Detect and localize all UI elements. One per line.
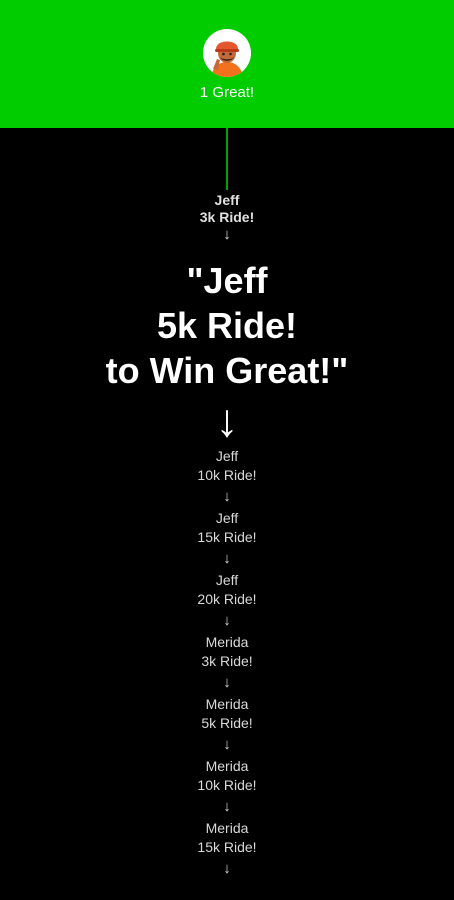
down-arrow-icon: ↓: [223, 736, 231, 753]
list-item: Jeff 20k Ride! ↓: [0, 571, 454, 633]
list-item: Merida 10k Ride! ↓: [0, 757, 454, 819]
progress-connector-line: [226, 128, 228, 190]
list-item: Jeff 10k Ride! ↓: [0, 447, 454, 509]
down-arrow-icon: ↓: [223, 612, 231, 629]
current-ride-distance: 3k Ride!: [199, 209, 255, 225]
ride-name: Merida: [205, 758, 249, 774]
ride-name: Merida: [205, 820, 249, 836]
list-item: Merida 5k Ride! ↓: [0, 695, 454, 757]
ride-distance: 10k Ride!: [197, 467, 257, 483]
person-avatar-icon[interactable]: [203, 29, 251, 77]
ride-distance: 20k Ride!: [197, 591, 257, 607]
list-item: Merida 3k Ride! ↓: [0, 633, 454, 695]
ride-distance: 15k Ride!: [197, 839, 257, 855]
header-bar: 1 Great!: [0, 0, 454, 128]
header-label: 1 Great!: [199, 84, 255, 101]
goal-ride-line-3: to Win Great!": [105, 350, 349, 391]
list-item: Jeff 15k Ride! ↓: [0, 509, 454, 571]
screen: 1 Great! Jeff 3k Ride! ↓ "Jeff 5k Ride! …: [0, 0, 454, 900]
ride-distance: 15k Ride!: [197, 529, 257, 545]
goal-ride: "Jeff 5k Ride! to Win Great!": [0, 258, 454, 393]
current-ride-name: Jeff: [214, 192, 240, 208]
goal-ride-line-2: 5k Ride!: [156, 305, 298, 346]
down-arrow-icon: ↓: [223, 798, 231, 815]
ride-name: Jeff: [215, 448, 239, 464]
ride-distance: 3k Ride!: [201, 653, 253, 669]
down-arrow-large-icon: ↓: [215, 394, 239, 446]
down-arrow-icon: ↓: [223, 674, 231, 691]
down-arrow-icon: ↓: [223, 488, 231, 505]
ride-name: Jeff: [215, 510, 239, 526]
goal-ride-line-1: "Jeff: [186, 260, 268, 301]
ride-name: Merida: [205, 634, 249, 650]
upcoming-list: Jeff 10k Ride! ↓ Jeff 15k Ride! ↓ Jeff 2…: [0, 447, 454, 881]
down-arrow-icon: ↓: [223, 226, 231, 243]
ride-distance: 10k Ride!: [197, 777, 257, 793]
ride-chain: Jeff 3k Ride! ↓ "Jeff 5k Ride! to Win Gr…: [0, 192, 454, 881]
ride-distance: 5k Ride!: [201, 715, 253, 731]
ride-name: Merida: [205, 696, 249, 712]
down-arrow-icon: ↓: [223, 550, 231, 567]
ride-name: Jeff: [215, 572, 239, 588]
down-arrow-icon: ↓: [223, 860, 231, 877]
list-item: Merida 15k Ride! ↓: [0, 819, 454, 881]
